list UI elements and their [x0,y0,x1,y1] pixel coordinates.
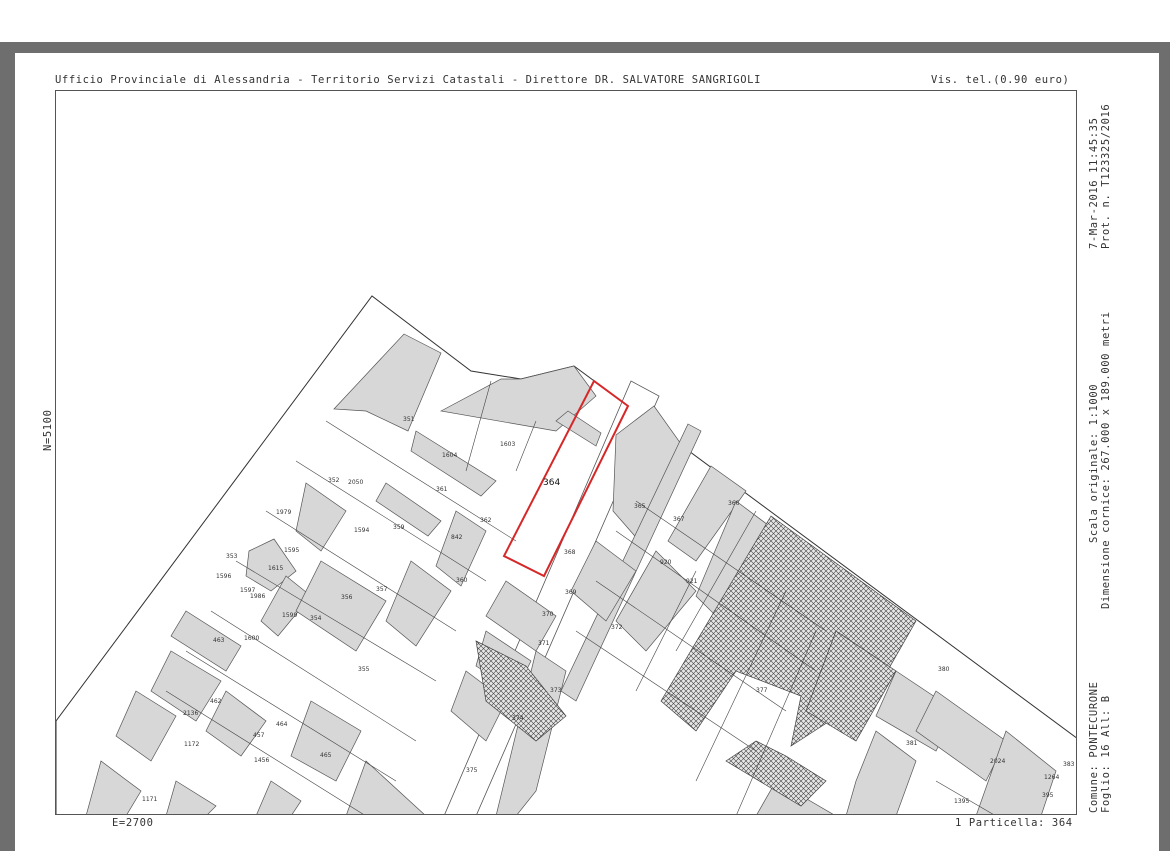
svg-text:2136: 2136 [183,710,198,717]
frame-size-label: Dimensione cornice: 267.000 x 189.000 me… [1100,311,1112,609]
svg-text:370: 370 [542,611,554,618]
svg-text:375: 375 [466,767,478,774]
svg-text:359: 359 [393,524,405,531]
office-header: Ufficio Provinciale di Alessandria - Ter… [55,74,761,86]
top-toolbar-area [0,0,1170,42]
svg-text:462: 462 [210,698,222,705]
svg-text:1171: 1171 [142,796,157,803]
svg-text:1600: 1600 [244,635,259,642]
svg-text:2024: 2024 [990,758,1005,765]
document-viewer[interactable]: Ufficio Provinciale di Alessandria - Ter… [0,42,1170,851]
particelle-count-label: 1 Particella: 364 [955,817,1073,829]
svg-text:381: 381 [906,740,918,747]
comune-label: Comune: PONTECURONE [1088,681,1100,813]
north-coordinate-label: N=5100 [42,409,54,451]
svg-text:1456: 1456 [254,757,269,764]
svg-text:1986: 1986 [250,593,265,600]
svg-text:920: 920 [660,559,672,566]
svg-text:463: 463 [213,637,225,644]
svg-text:356: 356 [341,594,353,601]
svg-text:354: 354 [310,615,322,622]
svg-text:1979: 1979 [276,509,291,516]
svg-text:366: 366 [728,500,740,507]
fee-label: Vis. tel.(0.90 euro) [931,74,1070,86]
protocol-label: Prot. n. T123325/2016 [1100,103,1112,249]
svg-text:2050: 2050 [348,479,363,486]
svg-text:362: 362 [480,517,492,524]
svg-text:1172: 1172 [184,741,199,748]
svg-text:921: 921 [686,578,698,585]
svg-text:368: 368 [564,549,576,556]
svg-text:373: 373 [550,687,562,694]
map-drawing: 351 2050 1603 1604 352 361 362 1979 1594… [56,295,1076,814]
svg-text:1264: 1264 [1044,774,1059,781]
svg-text:395: 395 [1042,792,1054,799]
svg-text:357: 357 [376,586,388,593]
svg-text:365: 365 [634,503,646,510]
svg-text:374: 374 [512,715,524,722]
cadastral-map[interactable]: 351 2050 1603 1604 352 361 362 1979 1594… [55,90,1077,815]
scale-label: Scala originale: 1:1000 [1088,383,1100,543]
svg-text:842: 842 [451,534,463,541]
svg-text:1604: 1604 [442,452,457,459]
svg-text:371: 371 [538,640,550,647]
svg-text:369: 369 [565,589,577,596]
svg-text:351: 351 [403,416,415,423]
svg-text:377: 377 [756,687,768,694]
svg-text:367: 367 [673,516,685,523]
svg-text:1594: 1594 [354,527,369,534]
svg-text:360: 360 [456,577,468,584]
datetime-label: 7-Mar-2016 11:45:35 [1088,117,1100,249]
svg-text:1595: 1595 [284,547,299,554]
svg-text:1615: 1615 [268,565,283,572]
svg-text:1395: 1395 [954,798,969,805]
svg-text:352: 352 [328,477,340,484]
cadastral-sheet: Ufficio Provinciale di Alessandria - Ter… [15,53,1159,851]
svg-text:353: 353 [226,553,238,560]
svg-text:355: 355 [358,666,370,673]
svg-text:380: 380 [938,666,950,673]
foglio-label: Foglio: 16 All: B [1100,695,1112,813]
svg-text:361: 361 [436,486,448,493]
highlighted-parcel-label: 364 [543,478,560,488]
svg-text:465: 465 [320,752,332,759]
svg-text:383: 383 [1063,761,1075,768]
svg-text:372: 372 [611,624,623,631]
svg-text:1603: 1603 [500,441,515,448]
svg-text:1596: 1596 [216,573,231,580]
svg-text:1599: 1599 [282,612,297,619]
east-coordinate-label: E=2700 [112,817,154,829]
svg-text:457: 457 [253,732,265,739]
svg-text:464: 464 [276,721,288,728]
